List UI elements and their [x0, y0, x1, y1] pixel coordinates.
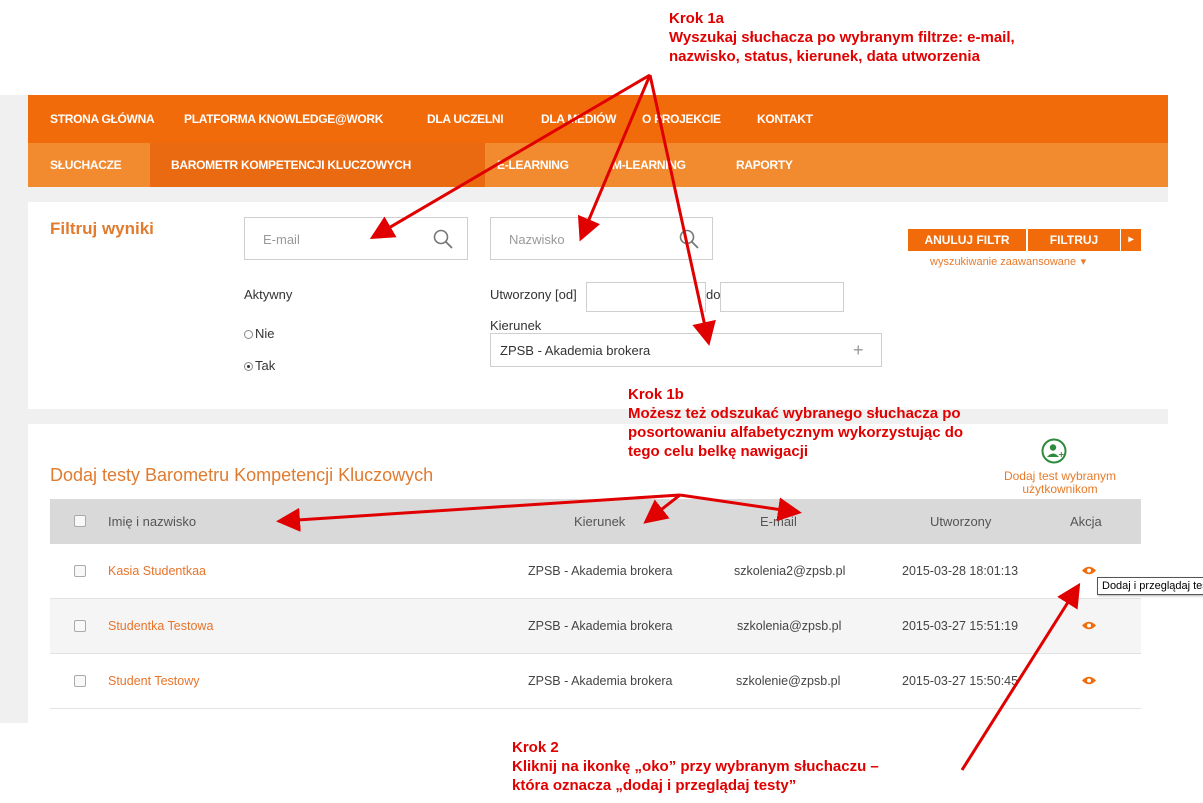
arrow-to-direction-header	[643, 493, 681, 524]
step-1a-line: Wyszukaj słuchacza po wybranym filtrze: …	[669, 29, 1015, 46]
step-1b-line: tego celu belkę nawigacji	[628, 443, 809, 460]
step-1b-line: Możesz też odszukać wybranego słuchacza …	[628, 405, 961, 422]
arrow-to-name-header	[276, 493, 681, 532]
step-1a-line: nazwisko, status, kierunek, data utworze…	[669, 48, 980, 65]
arrow-to-surname	[577, 74, 652, 242]
annotation-arrows	[276, 73, 1081, 771]
step-1a-annotation: Krok 1a Wyszukaj słuchacza po wybranym f…	[669, 9, 1015, 66]
step-2-title: Krok 2	[512, 739, 559, 756]
arrow-to-eye-icon	[960, 582, 1081, 771]
step-2-line: Kliknij na ikonkę „oko” przy wybranym sł…	[512, 758, 879, 775]
arrow-to-direction	[648, 74, 716, 346]
arrow-to-email-header	[679, 493, 802, 522]
step-1a-title: Krok 1a	[669, 10, 725, 27]
step-1b-title: Krok 1b	[628, 386, 684, 403]
step-1b-annotation: Krok 1b Możesz też odszukać wybranego sł…	[628, 385, 963, 461]
step-2-annotation: Krok 2 Kliknij na ikonkę „oko” przy wybr…	[512, 738, 879, 795]
arrow-to-email	[369, 73, 651, 240]
step-1b-line: posortowaniu alfabetycznym wykorzystując…	[628, 424, 964, 441]
step-2-line: która oznacza „dodaj i przeglądaj testy”	[512, 777, 797, 794]
